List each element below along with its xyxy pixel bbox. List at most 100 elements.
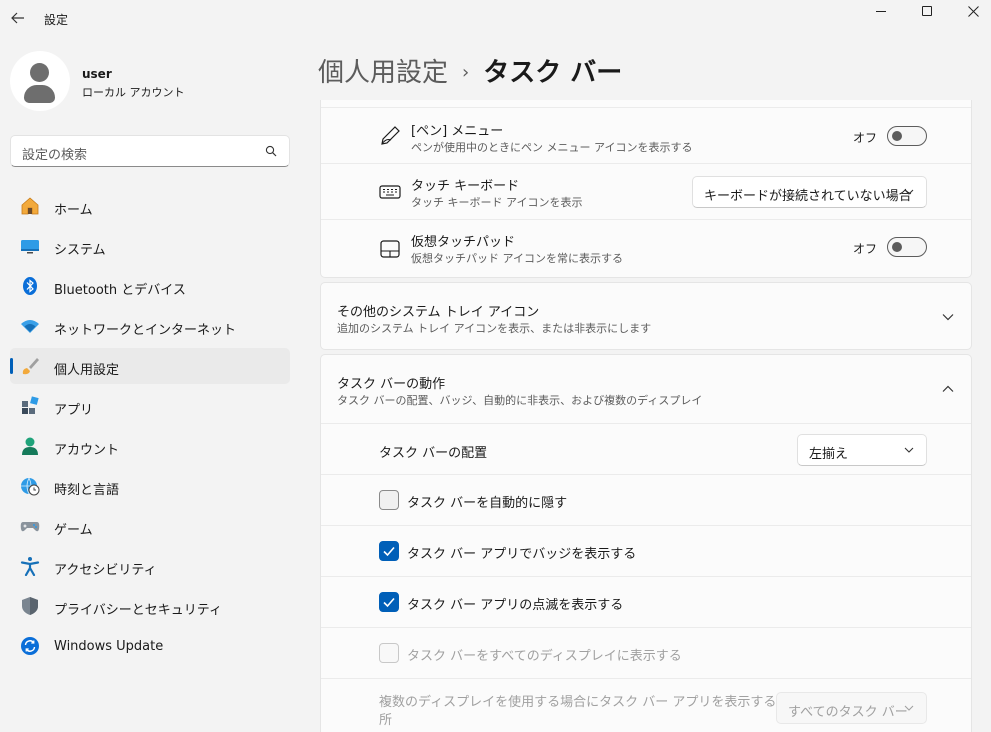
taskbar-alignment-row: タスク バーの配置 左揃え bbox=[321, 423, 971, 474]
sidebar-item-time-language[interactable]: 時刻と言語 bbox=[10, 468, 290, 504]
back-button[interactable] bbox=[6, 4, 30, 32]
breadcrumb: 個人用設定 › タスク バー bbox=[318, 52, 622, 89]
search-icon bbox=[265, 145, 277, 157]
sidebar-item-personalization[interactable]: 個人用設定 bbox=[10, 348, 290, 384]
account-icon bbox=[22, 437, 38, 455]
back-arrow-icon bbox=[11, 12, 24, 24]
other-tray-subtitle: 追加のシステム トレイ アイコンを表示、または非表示にします bbox=[337, 322, 652, 335]
sidebar-item-network[interactable]: ネットワークとインターネット bbox=[10, 308, 290, 344]
sidebar-item-apps[interactable]: アプリ bbox=[10, 388, 290, 424]
user-name: user bbox=[82, 67, 112, 81]
virtual-touchpad-title: 仮想タッチパッド bbox=[411, 235, 516, 250]
clock-globe-icon bbox=[21, 477, 40, 496]
sidebar-item-label: 個人用設定 bbox=[54, 363, 120, 378]
pen-menu-row: [ペン] メニュー ペンが使用中のときにペン メニュー アイコンを表示する オフ bbox=[321, 107, 971, 163]
breadcrumb-parent[interactable]: 個人用設定 bbox=[318, 58, 448, 88]
touch-keyboard-dropdown[interactable]: キーボードが接続されていない場合 bbox=[692, 176, 927, 208]
pen-icon bbox=[381, 126, 400, 145]
chevron-down-icon bbox=[904, 189, 914, 195]
sidebar-item-gaming[interactable]: ゲーム bbox=[10, 508, 290, 544]
brush-icon bbox=[22, 358, 39, 375]
user-profile[interactable]: user ローカル アカウント bbox=[10, 51, 290, 111]
taskbar-behaviors-subtitle: タスク バーの配置、バッジ、自動的に非表示、および複数のディスプレイ bbox=[337, 394, 703, 407]
settings-content[interactable]: [ペン] メニュー ペンが使用中のときにペン メニュー アイコンを表示する オフ… bbox=[320, 100, 972, 732]
virtual-touchpad-subtitle: 仮想タッチパッド アイコンを常に表示する bbox=[411, 252, 623, 265]
page-title: タスク バー bbox=[483, 58, 623, 88]
multi-display-value: すべてのタスク バー bbox=[788, 705, 908, 720]
title-bar: 設定 bbox=[0, 0, 991, 36]
sidebar-item-label: アカウント bbox=[54, 443, 120, 458]
touch-keyboard-subtitle: タッチ キーボード アイコンを表示 bbox=[411, 196, 583, 209]
taskbar-behaviors-card: タスク バーの動作 タスク バーの配置、バッジ、自動的に非表示、および複数のディ… bbox=[320, 354, 972, 732]
chevron-down-icon bbox=[904, 705, 914, 711]
sidebar-item-label: ネットワークとインターネット bbox=[54, 323, 237, 338]
tray-icons-card: [ペン] メニュー ペンが使用中のときにペン メニュー アイコンを表示する オフ… bbox=[320, 100, 972, 278]
auto-hide-checkbox[interactable] bbox=[379, 490, 399, 510]
close-button[interactable] bbox=[950, 0, 991, 22]
pen-toggle-state: オフ bbox=[853, 131, 878, 145]
flashing-row: タスク バー アプリの点滅を表示する bbox=[321, 576, 971, 627]
badges-checkbox[interactable] bbox=[379, 541, 399, 561]
chevron-down-icon[interactable] bbox=[941, 310, 955, 324]
sidebar-item-accessibility[interactable]: アクセシビリティ bbox=[10, 548, 290, 584]
checkmark-icon bbox=[383, 546, 395, 557]
checkmark-icon bbox=[383, 597, 395, 608]
sidebar-item-bluetooth[interactable]: Bluetooth とデバイス bbox=[10, 268, 290, 304]
chevron-up-icon[interactable] bbox=[941, 382, 955, 396]
multi-display-row: 複数のディスプレイを使用する場合にタスク バー アプリを表示する場 所 すべての… bbox=[321, 678, 971, 732]
sidebar-item-system[interactable]: システム bbox=[10, 228, 290, 264]
sidebar-item-label: ホーム bbox=[54, 203, 93, 218]
maximize-button[interactable] bbox=[904, 0, 950, 22]
apps-icon bbox=[22, 396, 39, 414]
pen-menu-toggle[interactable] bbox=[887, 126, 927, 146]
sidebar-item-label: Bluetooth とデバイス bbox=[54, 283, 186, 298]
taskbar-behaviors-title: タスク バーの動作 bbox=[337, 377, 446, 392]
auto-hide-label: タスク バーを自動的に隠す bbox=[407, 496, 568, 511]
flashing-label: タスク バー アプリの点滅を表示する bbox=[407, 598, 624, 613]
minimize-icon bbox=[876, 10, 886, 12]
touchpad-icon bbox=[380, 240, 400, 258]
all-displays-checkbox[interactable] bbox=[379, 643, 399, 663]
taskbar-behaviors-header[interactable]: タスク バーの動作 タスク バーの配置、バッジ、自動的に非表示、および複数のディ… bbox=[321, 355, 971, 423]
flashing-checkbox[interactable] bbox=[379, 592, 399, 612]
touch-keyboard-row: タッチ キーボード タッチ キーボード アイコンを表示 キーボードが接続されてい… bbox=[321, 163, 971, 219]
account-type: ローカル アカウント bbox=[82, 86, 185, 99]
multi-display-dropdown[interactable]: すべてのタスク バー bbox=[776, 692, 927, 724]
search-placeholder: 設定の検索 bbox=[22, 148, 88, 163]
maximize-icon bbox=[922, 6, 932, 16]
all-displays-row: タスク バーをすべてのディスプレイに表示する bbox=[321, 627, 971, 678]
sidebar-item-label: アプリ bbox=[54, 403, 94, 418]
sidebar-nav: ホーム システム Bluetooth とデバイス ネットワークとインターネット … bbox=[10, 188, 290, 668]
sidebar-item-privacy-security[interactable]: プライバシーとセキュリティ bbox=[10, 588, 290, 624]
sidebar-item-label: 時刻と言語 bbox=[54, 483, 120, 498]
sidebar-item-label: Windows Update bbox=[54, 639, 164, 654]
avatar bbox=[10, 51, 70, 111]
touch-keyboard-value: キーボードが接続されていない場合 bbox=[704, 189, 912, 204]
sidebar-item-accounts[interactable]: アカウント bbox=[10, 428, 290, 464]
virtual-touchpad-toggle[interactable] bbox=[887, 237, 927, 257]
minimize-button[interactable] bbox=[858, 0, 904, 22]
chevron-down-icon bbox=[904, 447, 914, 453]
home-icon bbox=[21, 197, 39, 215]
shield-icon bbox=[22, 597, 38, 615]
touch-keyboard-title: タッチ キーボード bbox=[411, 179, 520, 194]
breadcrumb-separator: › bbox=[462, 62, 470, 83]
sidebar-item-windows-update[interactable]: Windows Update bbox=[10, 628, 290, 664]
app-title: 設定 bbox=[44, 13, 69, 27]
bluetooth-icon bbox=[23, 277, 37, 295]
taskbar-alignment-dropdown[interactable]: 左揃え bbox=[797, 434, 927, 466]
keyboard-icon bbox=[379, 185, 401, 199]
sidebar-item-label: アクセシビリティ bbox=[54, 563, 157, 578]
system-icon bbox=[21, 240, 39, 254]
auto-hide-row: タスク バーを自動的に隠す bbox=[321, 474, 971, 525]
sidebar-item-label: プライバシーとセキュリティ bbox=[54, 603, 222, 618]
sidebar-item-home[interactable]: ホーム bbox=[10, 188, 290, 224]
other-tray-icons-card[interactable]: その他のシステム トレイ アイコン 追加のシステム トレイ アイコンを表示、また… bbox=[320, 282, 972, 350]
pen-menu-subtitle: ペンが使用中のときにペン メニュー アイコンを表示する bbox=[411, 141, 693, 154]
search-input[interactable]: 設定の検索 bbox=[10, 135, 290, 167]
all-displays-label: タスク バーをすべてのディスプレイに表示する bbox=[407, 649, 682, 664]
sidebar-item-label: システム bbox=[54, 243, 106, 258]
multi-display-label-line1: 複数のディスプレイを使用する場合にタスク バー アプリを表示する場 bbox=[379, 695, 790, 710]
gamepad-icon bbox=[20, 522, 40, 532]
update-icon bbox=[21, 637, 39, 655]
